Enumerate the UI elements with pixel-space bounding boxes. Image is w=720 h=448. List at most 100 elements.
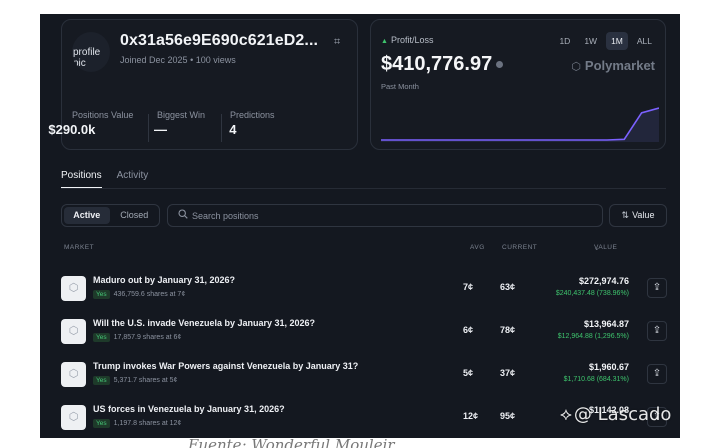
table-row[interactable]: ⬡ Maduro out by January 31, 2026? Yes 436… [61,268,667,310]
triangle-up-icon: ▲ [381,38,388,45]
market-position: Yes 17,857.9 shares at 6¢ [93,333,181,342]
stat-divider [148,114,149,142]
view-count: 100 views [195,55,236,65]
search-input[interactable] [192,206,592,225]
qr-scan-icon[interactable]: ⌗ [334,36,346,48]
outcome-badge: Yes [93,419,110,428]
pnl-value: $410,776.97 [381,53,504,76]
position-pnl: $12,964.88 (1,296.5%) [557,333,629,340]
market-title[interactable]: Trump invokes War Powers against Venezue… [93,361,358,371]
pnl-chart [381,107,659,142]
share-info: 5,371.7 shares at 5¢ [113,377,178,384]
market-thumbnail-icon: ⬡ [61,276,86,301]
share-icon: ⇪ [652,282,662,293]
position-value: $13,964.87 [583,319,629,329]
sort-icon: ⇅ [621,210,630,220]
app-frame: ⁄ profile pic 0x31a56e9E690c621eD2... ⌗ … [40,14,680,438]
avg-price: 5¢ [463,368,474,378]
outcome-badge: Yes [93,376,110,385]
pnl-label-text: Profit/Loss [390,35,434,45]
stat-divider [221,114,222,142]
market-title[interactable]: US forces in Venezuela by January 31, 20… [93,404,285,414]
market-title[interactable]: Will the U.S. invade Venezuela by Januar… [93,318,315,328]
current-price: 37¢ [500,368,516,378]
avg-price: 7¢ [463,282,474,292]
joined-date: Joined Dec 2025 [120,55,188,65]
pnl-area [381,108,659,142]
polymarket-brand: ⬡ Polymarket [571,58,655,73]
table-row[interactable]: ⬡ Trump invokes War Powers against Venez… [61,354,667,396]
market-position: Yes 436,759.6 shares at 7¢ [93,290,185,299]
watermark: ⟡ @ Lascado [560,404,671,425]
table-row[interactable]: ⬡ Will the U.S. invade Venezuela by Janu… [61,311,667,353]
watermark-logo-icon: ⟡ [560,404,572,425]
header-current: CURRENT [502,244,538,251]
market-thumbnail-icon: ⬡ [61,319,86,344]
filter-active-button[interactable]: Active [64,207,110,224]
outcome-badge: Yes [93,333,110,342]
current-price: 95¢ [500,411,516,421]
position-pnl: $1,710.68 (684.31%) [563,376,629,383]
search-box [167,204,603,227]
tab-activity[interactable]: Activity [117,170,149,189]
position-pnl: $240,437.48 (738.96%) [555,290,629,297]
tab-bar: Positions Activity [61,170,148,189]
current-price: 63¢ [500,282,516,292]
stat-predictions: Predictions 4 [229,110,275,137]
status-segmented-control: Active Closed [61,204,160,227]
tab-divider [61,188,666,189]
share-icon: ⇪ [652,325,662,336]
brand-name: Polymarket [584,58,655,73]
image-caption: Fuente: Wonderful Mouleir [188,436,395,448]
market-position: Yes 5,371.7 shares at 5¢ [93,376,177,385]
profile-card: ⁄ profile pic 0x31a56e9E690c621eD2... ⌗ … [48,19,358,150]
range-1m[interactable]: 1M [606,32,628,50]
range-1w[interactable]: 1W [579,32,602,50]
profile-meta: Joined Dec 2025 • 100 views [120,55,236,65]
range-selector: 1D 1W 1M ALL [554,32,657,50]
share-button[interactable]: ⇪ [647,321,667,341]
share-icon: ⇪ [652,368,662,379]
position-value: $272,974.76 [578,276,629,286]
pnl-line [381,107,659,141]
avg-price: 12¢ [463,411,479,421]
stat-value: $290.0k [48,122,96,137]
stat-value: 4 [229,122,237,137]
stat-label: Predictions [230,110,275,120]
sort-label: Value [632,210,655,220]
market-title[interactable]: Maduro out by January 31, 2026? [93,275,235,285]
stat-biggest-win: Biggest Win — [154,110,206,137]
share-button[interactable]: ⇪ [647,278,667,298]
range-1d[interactable]: 1D [554,32,575,50]
tab-positions[interactable]: Positions [61,170,102,189]
position-value: $1,960.67 [588,362,629,372]
polymarket-logo-icon: ⬡ [571,61,581,73]
market-thumbnail-icon: ⬡ [61,362,86,387]
stat-label: Biggest Win [157,110,206,120]
stat-positions-value: Positions Value $290.0k [48,110,134,137]
share-info: 436,759.6 shares at 7¢ [113,291,186,298]
header-avg: AVG [470,244,485,251]
sort-value-button[interactable]: ⇅ Value [609,204,667,227]
stat-value: — [154,122,168,137]
stat-label: Positions Value [72,110,134,120]
share-info: 1,197.8 shares at 12¢ [113,420,182,427]
table-header: MARKET AVG CURRENT VALUE ⌄ [64,244,664,256]
range-all[interactable]: ALL [632,32,657,50]
filter-closed-button[interactable]: Closed [112,207,158,224]
market-thumbnail-icon: ⬡ [61,405,86,430]
current-price: 78¢ [500,325,516,335]
broken-image-icon: ⁄ [73,36,75,46]
info-icon[interactable] [496,61,504,69]
search-icon [178,209,188,219]
share-info: 17,857.9 shares at 6¢ [113,334,182,341]
avatar-alt-text: profile pic [73,47,101,69]
share-button[interactable]: ⇪ [647,364,667,384]
market-position: Yes 1,197.8 shares at 12¢ [93,419,181,428]
avatar: ⁄ profile pic [72,32,110,72]
wallet-address: 0x31a56e9E690c621eD2... [120,32,319,49]
pnl-amount: $410,776.97 [381,53,493,75]
pnl-label: ▲ Profit/Loss [381,35,433,45]
avg-price: 6¢ [463,325,474,335]
header-market: MARKET [64,244,95,251]
